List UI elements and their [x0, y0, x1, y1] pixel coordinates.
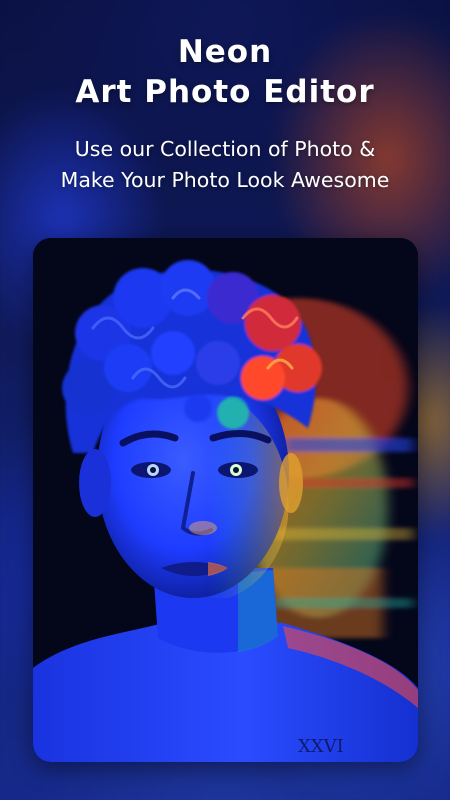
svg-text:XXVI: XXVI: [298, 736, 344, 757]
header: Neon Art Photo Editor Use our Collection…: [0, 32, 450, 196]
subtitle-line-1: Use our Collection of Photo &: [74, 137, 376, 161]
app-title-line-1: Neon: [177, 34, 273, 70]
subtitle-line-2: Make Your Photo Look Awesome: [60, 168, 390, 192]
app-title-line-2: Art Photo Editor: [75, 74, 375, 110]
neon-portrait-image: XXVI: [33, 238, 418, 762]
onboarding-screen: Neon Art Photo Editor Use our Collection…: [0, 0, 450, 800]
sample-photo: XXVI: [33, 238, 418, 762]
subtitle: Use our Collection of Photo & Make Your …: [0, 134, 450, 196]
